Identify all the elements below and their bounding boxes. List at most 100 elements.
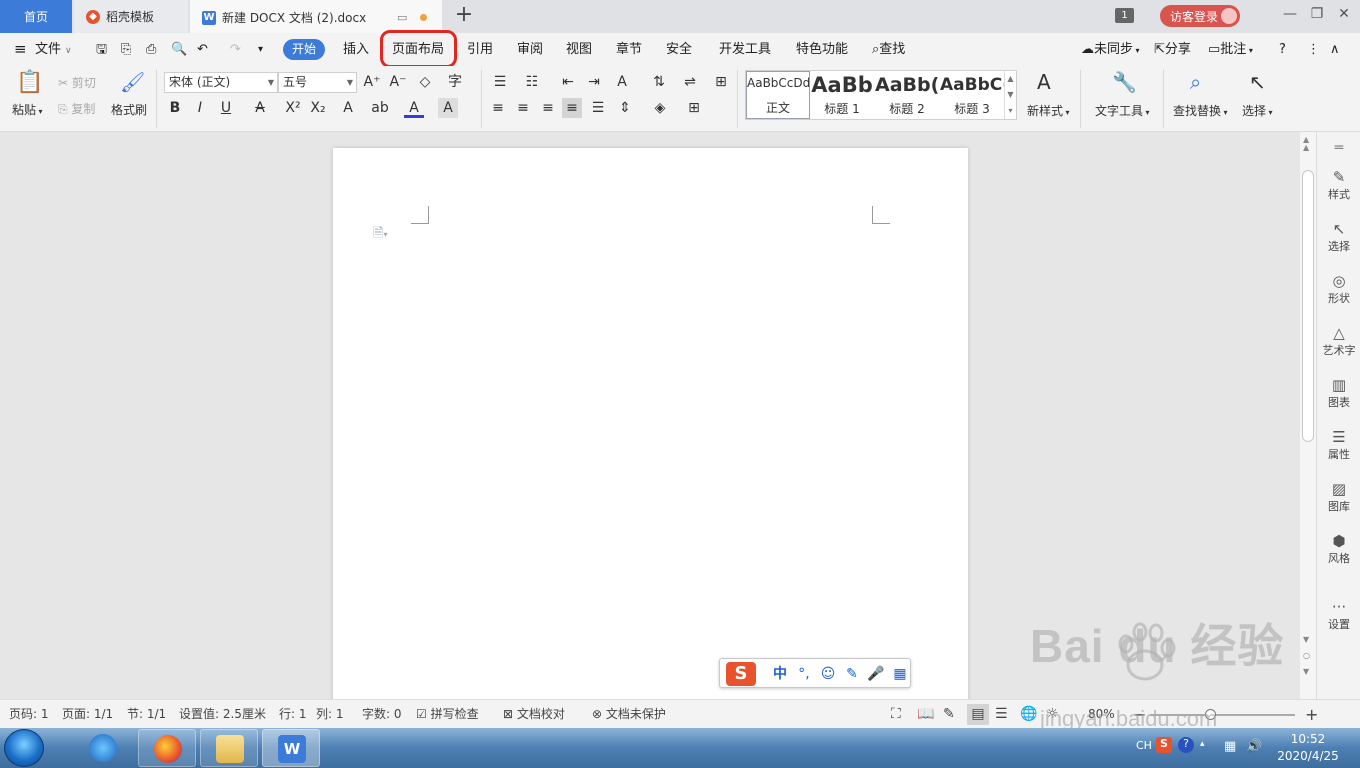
status-setting[interactable]: 设置值: 2.5厘米 — [179, 700, 266, 729]
status-page-number[interactable]: 页码: 1 — [9, 700, 49, 729]
paste-icon[interactable]: 📋 — [16, 70, 43, 95]
guest-login-button[interactable]: 访客登录 — [1160, 5, 1240, 27]
web-view-icon[interactable]: 🌐 — [1020, 700, 1037, 729]
outline-view-icon[interactable]: ☰ — [995, 700, 1008, 729]
text-tools-button[interactable]: 文字工具 ▾ — [1095, 102, 1150, 119]
scroll-up-icon[interactable]: ▲ ▲ — [1303, 136, 1309, 152]
ime-punct-toggle[interactable]: °, — [794, 664, 814, 684]
sync-button[interactable]: ☁未同步 ▾ — [1081, 33, 1140, 66]
redo-icon[interactable]: ↷ — [230, 33, 241, 66]
tab-home[interactable]: 首页 — [0, 0, 72, 33]
taskbar-explorer[interactable] — [200, 729, 258, 767]
format-painter-button[interactable]: 格式刷 — [111, 101, 147, 118]
sidebar-item-settings[interactable]: ··· 设置 — [1317, 598, 1360, 632]
status-section[interactable]: 节: 1/1 — [127, 700, 166, 729]
customize-toolbar-icon[interactable]: ▾ — [258, 33, 263, 66]
paste-button[interactable]: 粘贴 ▾ — [12, 101, 43, 118]
tray-expand-icon[interactable]: ▴ — [1200, 739, 1205, 749]
skin-icon[interactable]: ✎ — [842, 664, 862, 684]
taskbar-wps[interactable]: W — [262, 729, 320, 767]
sidebar-item-select[interactable]: ↖ 选择 — [1317, 220, 1360, 254]
text-direction-icon[interactable]: A — [612, 72, 632, 92]
ribbon-tab-features[interactable]: 特色功能 — [796, 33, 848, 66]
ribbon-tab-review[interactable]: 审阅 — [517, 33, 543, 66]
italic-icon[interactable]: I — [190, 98, 210, 118]
sogou-tray-icon[interactable]: S — [1156, 737, 1172, 753]
highlight-color-icon[interactable]: ab — [370, 98, 390, 118]
bullet-list-icon[interactable]: ☰ — [490, 72, 510, 92]
status-word-count[interactable]: 字数: 0 — [362, 700, 402, 729]
hamburger-icon[interactable]: ≡ — [14, 33, 27, 66]
window-count-badge[interactable]: 1 — [1115, 8, 1134, 23]
document-page[interactable]: 🗎▾ — [333, 148, 968, 708]
sidebar-item-properties[interactable]: ☰ 属性 — [1317, 428, 1360, 462]
sidebar-item-wordart[interactable]: △ 艺术字 — [1317, 324, 1360, 358]
sidebar-item-theme[interactable]: ⬢ 风格 — [1317, 532, 1360, 566]
sidebar-item-styles[interactable]: ✎ 样式 — [1317, 168, 1360, 202]
system-clock[interactable]: 10:52 2020/4/25 — [1268, 731, 1348, 765]
reading-mode-icon[interactable]: 📖 — [917, 700, 934, 729]
restore-icon[interactable]: ❐ — [1305, 6, 1329, 26]
volume-icon[interactable]: 🔊 — [1246, 739, 1262, 754]
strikethrough-icon[interactable]: A — [250, 98, 270, 118]
protection-button[interactable]: ⊗ 文档未保护 — [592, 700, 666, 729]
start-button[interactable] — [4, 729, 44, 767]
page-view-icon[interactable]: ▤ — [967, 704, 989, 725]
line-spacing-icon[interactable]: ⇌ — [680, 72, 700, 92]
zoom-in-icon[interactable]: + — [1305, 700, 1318, 729]
style-heading-1[interactable]: AaBb 标题 1 — [810, 71, 874, 119]
help-tray-icon[interactable]: ? — [1178, 737, 1194, 753]
ribbon-tab-view[interactable]: 视图 — [566, 33, 592, 66]
print-icon[interactable]: ⎙ — [146, 33, 156, 66]
fullscreen-icon[interactable]: ⛶ — [891, 700, 901, 729]
new-tab-button[interactable]: + — [452, 4, 476, 28]
distribute-icon[interactable]: ☰ — [588, 98, 608, 118]
minimize-icon[interactable]: — — [1278, 6, 1302, 26]
align-right-icon[interactable]: ≡ — [538, 98, 558, 118]
status-column[interactable]: 列: 1 — [316, 700, 344, 729]
format-painter-quick-icon[interactable]: ⎘ — [121, 33, 131, 66]
font-name-select[interactable]: 宋体 (正文) ▼ — [164, 72, 278, 93]
decrease-indent-icon[interactable]: ⇤ — [558, 72, 578, 92]
spell-check-button[interactable]: ☑ 拼写检查 — [416, 700, 479, 729]
style-normal[interactable]: AaBbCcDd 正文 — [746, 71, 810, 119]
status-row[interactable]: 行: 1 — [279, 700, 307, 729]
proofread-button[interactable]: ⊠ 文档校对 — [503, 700, 565, 729]
scroll-thumb[interactable] — [1302, 170, 1314, 442]
grow-font-icon[interactable]: A⁺ — [362, 72, 382, 92]
ribbon-tab-references[interactable]: 引用 — [467, 33, 493, 66]
paragraph-spacing-icon[interactable]: ⇕ — [615, 98, 635, 118]
superscript-icon[interactable]: X² — [283, 98, 303, 118]
font-color-icon[interactable]: A — [404, 98, 424, 118]
search-command[interactable]: ⌕查找 — [872, 33, 905, 66]
align-left-icon[interactable]: ≡ — [488, 98, 508, 118]
sidebar-collapse-icon[interactable]: ═ — [1317, 140, 1360, 156]
share-button[interactable]: ⇱分享 — [1154, 33, 1191, 66]
sidebar-item-chart[interactable]: ▥ 图表 — [1317, 376, 1360, 410]
fill-shading-icon[interactable]: ◈ — [650, 98, 670, 118]
underline-icon[interactable]: U — [216, 98, 236, 118]
help-icon[interactable]: ? — [1279, 33, 1286, 66]
text-effect-icon[interactable]: A — [338, 98, 358, 118]
monitor-icon[interactable]: ▭ — [397, 11, 407, 24]
emoji-icon[interactable]: ☺ — [818, 664, 838, 684]
scroll-down-icon[interactable]: ▼ ○ ▼ — [1303, 632, 1310, 680]
taskbar-ie[interactable] — [74, 729, 132, 767]
select-button[interactable]: 选择 ▾ — [1242, 102, 1273, 119]
ribbon-tab-start[interactable]: 开始 — [283, 39, 325, 60]
print-preview-icon[interactable]: 🔍 — [171, 33, 187, 66]
status-pages[interactable]: 页面: 1/1 — [62, 700, 113, 729]
sidebar-item-shapes[interactable]: ◎ 形状 — [1317, 272, 1360, 306]
more-icon[interactable]: ⋮ — [1307, 33, 1320, 66]
comment-button[interactable]: ▭批注 ▾ — [1208, 33, 1253, 66]
clear-format-icon[interactable]: ◇ — [415, 72, 435, 92]
char-shading-icon[interactable]: A — [438, 98, 458, 118]
save-icon[interactable]: 🖫 — [96, 33, 107, 66]
undo-icon[interactable]: ↶ — [197, 33, 208, 66]
ribbon-tab-security[interactable]: 安全 — [666, 33, 692, 66]
increase-indent-icon[interactable]: ⇥ — [584, 72, 604, 92]
sogou-logo-icon[interactable]: S — [726, 662, 756, 686]
style-gallery-scroll[interactable]: ▲ ▼ ▾ — [1004, 71, 1016, 119]
find-replace-button[interactable]: 查找替换 ▾ — [1173, 102, 1228, 119]
copy-button[interactable]: ⎘ 复制 — [58, 100, 95, 117]
